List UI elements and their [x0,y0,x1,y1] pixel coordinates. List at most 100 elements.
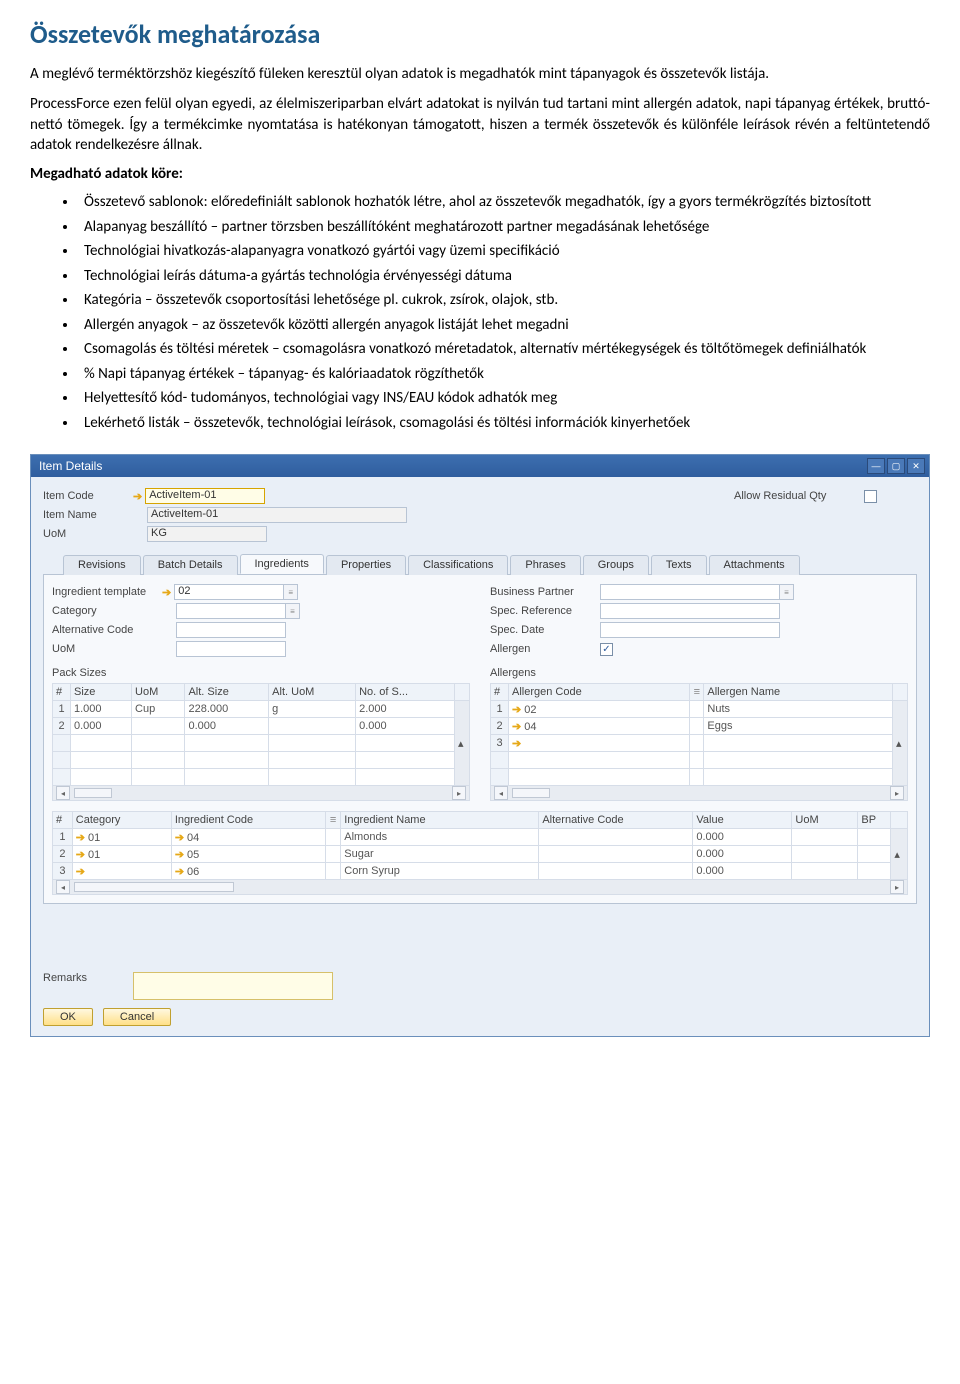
ingredients-table[interactable]: # Category Ingredient Code ≡ Ingredient … [52,811,908,895]
cell[interactable]: g [269,701,356,718]
cell[interactable] [858,829,891,846]
cell[interactable] [792,846,858,863]
cell[interactable]: ➔06 [171,863,325,880]
business-partner-input[interactable] [600,584,780,600]
table-row[interactable]: 1 ➔02 Nuts ▴ [491,701,908,718]
table-row[interactable]: 2 0.000 0.000 0.000 [53,718,470,735]
spec-date-input[interactable] [600,622,780,638]
cell[interactable]: 2.000 [356,701,455,718]
cell[interactable]: Eggs [704,718,893,735]
scrollbar-v[interactable] [893,684,908,701]
link-arrow-icon[interactable]: ➔ [76,866,85,878]
uom2-input[interactable] [176,641,286,657]
table-row[interactable]: 2 ➔04 Eggs [491,718,908,735]
cell[interactable] [858,846,891,863]
link-arrow-icon[interactable]: ➔ [76,832,85,844]
link-arrow-icon[interactable]: ➔ [512,721,521,733]
maximize-icon[interactable]: ▢ [887,458,905,474]
col-alt-code[interactable]: Alternative Code [539,812,693,829]
tab-ingredients[interactable]: Ingredients [240,554,324,574]
cell[interactable]: ➔01 [72,846,171,863]
allergens-table[interactable]: # Allergen Code ≡ Allergen Name 1 ➔02 Nu… [490,683,908,801]
scrollbar-h[interactable]: ◂ ▸ [56,880,904,894]
col-num[interactable]: # [53,812,73,829]
col-ingredient-name[interactable]: Ingredient Name [341,812,539,829]
spec-ref-input[interactable] [600,603,780,619]
cell[interactable]: 228.000 [185,701,269,718]
minimize-icon[interactable]: — [867,458,885,474]
col-altsize[interactable]: Alt. Size [185,684,269,701]
table-row[interactable] [53,735,470,752]
scrollbar-v[interactable]: ▴ [893,701,908,786]
picker-icon[interactable]: ≡ [284,584,298,600]
cell[interactable]: Almonds [341,829,539,846]
table-row[interactable]: 3 ➔ ➔06 Corn Syrup 0.000 [53,863,908,880]
cell[interactable]: ➔04 [509,718,690,735]
col-bp[interactable]: BP [858,812,891,829]
table-row[interactable]: 1 1.000 Cup 228.000 g 2.000 ▴ [53,701,470,718]
cell[interactable]: ➔ [72,863,171,880]
titlebar[interactable]: Item Details — ▢ ✕ [31,455,929,477]
link-arrow-icon[interactable]: ➔ [175,832,184,844]
scroll-right-icon[interactable]: ▸ [452,786,466,800]
cell[interactable]: Cup [132,701,185,718]
col-num[interactable]: # [53,684,71,701]
cell[interactable]: ➔01 [72,829,171,846]
link-arrow-icon[interactable]: ➔ [512,738,521,750]
ingredient-template-input[interactable]: 02 [174,584,284,600]
allergen-checkbox[interactable]: ✓ [600,643,613,656]
remarks-input[interactable] [133,972,333,1000]
link-arrow-icon[interactable]: ➔ [133,490,142,503]
tab-batch-details[interactable]: Batch Details [143,555,238,575]
link-arrow-icon[interactable]: ➔ [175,866,184,878]
tab-properties[interactable]: Properties [326,555,406,575]
scrollbar-v[interactable] [455,684,470,701]
item-name-input[interactable]: ActiveItem-01 [147,507,407,523]
col-size[interactable]: Size [71,684,132,701]
cell[interactable] [539,863,693,880]
picker-icon[interactable]: ≡ [325,812,340,829]
cell[interactable]: ➔02 [509,701,690,718]
tab-classifications[interactable]: Classifications [408,555,508,575]
table-row[interactable] [53,769,470,786]
cell[interactable] [858,863,891,880]
scroll-right-icon[interactable]: ▸ [890,786,904,800]
cell[interactable] [792,863,858,880]
col-allergen-name[interactable]: Allergen Name [704,684,893,701]
ok-button[interactable]: OK [43,1008,93,1026]
alt-code-input[interactable] [176,622,286,638]
table-row[interactable]: 2 ➔01 ➔05 Sugar 0.000 [53,846,908,863]
col-uom[interactable]: UoM [792,812,858,829]
link-arrow-icon[interactable]: ➔ [512,704,521,716]
cell[interactable]: 0.000 [693,863,792,880]
allow-residual-checkbox[interactable] [864,490,877,503]
picker-icon[interactable]: ≡ [286,603,300,619]
scrollbar-h[interactable]: ◂ ▸ [56,786,466,800]
scrollbar-v[interactable]: ▴ [455,701,470,786]
item-code-input[interactable]: ActiveItem-01 [145,488,265,504]
cell[interactable]: 0.000 [356,718,455,735]
cell[interactable]: 0.000 [185,718,269,735]
col-uom[interactable]: UoM [132,684,185,701]
cell[interactable]: 1.000 [71,701,132,718]
picker-icon[interactable]: ≡ [780,584,794,600]
uom-input[interactable]: KG [147,526,267,542]
cell[interactable]: ➔ [509,735,690,752]
col-category[interactable]: Category [72,812,171,829]
scroll-left-icon[interactable]: ◂ [56,786,70,800]
cell[interactable]: ➔05 [171,846,325,863]
scroll-left-icon[interactable]: ◂ [56,880,70,894]
cell[interactable]: Corn Syrup [341,863,539,880]
table-row[interactable]: 3 ➔ [491,735,908,752]
cell[interactable] [539,846,693,863]
cell[interactable] [792,829,858,846]
cancel-button[interactable]: Cancel [103,1008,171,1026]
cell[interactable]: 0.000 [693,829,792,846]
col-ingredient-code[interactable]: Ingredient Code [171,812,325,829]
link-arrow-icon[interactable]: ➔ [175,849,184,861]
cell[interactable] [132,718,185,735]
scrollbar-v[interactable]: ▴ [891,829,908,880]
table-row[interactable] [491,752,908,769]
picker-icon[interactable]: ≡ [690,684,704,701]
scrollbar-v[interactable] [891,812,908,829]
